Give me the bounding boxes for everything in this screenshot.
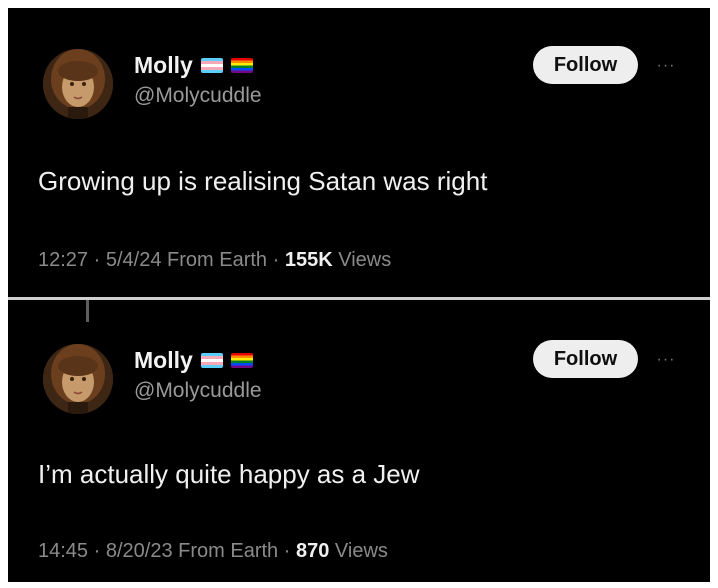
tweet-date[interactable]: 5/4/24 xyxy=(106,249,162,271)
author-name-row: Molly xyxy=(134,347,253,373)
display-name[interactable]: Molly xyxy=(134,347,193,373)
tweet-time[interactable]: 12:27 xyxy=(38,249,88,271)
meta-separator: · xyxy=(93,540,101,562)
tweet-source: From Earth xyxy=(178,540,279,562)
tweet-meta: 12:27 · 5/4/24 From Earth · 155K Views xyxy=(38,248,391,272)
display-name[interactable]: Molly xyxy=(134,52,193,78)
tweet-time[interactable]: 14:45 xyxy=(38,540,88,562)
transgender-flag-icon xyxy=(200,57,223,73)
meta-separator: · xyxy=(283,540,291,562)
tweet-card: Molly xyxy=(8,307,710,582)
tweet-text: I’m actually quite happy as a Jew xyxy=(38,459,420,489)
author-name-row: Molly xyxy=(134,52,253,78)
views-count[interactable]: 870 xyxy=(296,540,329,562)
meta-separator: · xyxy=(272,249,280,271)
thread-connector-line xyxy=(86,300,89,322)
views-label: Views xyxy=(338,249,392,271)
user-handle[interactable]: @Molycuddle xyxy=(134,84,262,108)
follow-button[interactable]: Follow xyxy=(533,340,638,378)
follow-button[interactable]: Follow xyxy=(533,46,638,84)
tweet-card: Molly xyxy=(8,8,710,299)
transgender-flag-icon xyxy=(200,352,223,368)
views-label: Views xyxy=(334,540,388,562)
pride-flag-icon xyxy=(230,352,253,368)
pride-flag-icon xyxy=(230,57,253,73)
tweet-meta: 14:45 · 8/20/23 From Earth · 870 Views xyxy=(38,539,388,563)
tweet-date[interactable]: 8/20/23 xyxy=(106,540,173,562)
avatar[interactable] xyxy=(43,344,113,414)
views-count[interactable]: 155K xyxy=(285,249,333,271)
meta-separator: · xyxy=(93,249,101,271)
screenshot-divider xyxy=(8,297,710,300)
more-options-icon[interactable]: ··· xyxy=(653,352,679,368)
user-handle[interactable]: @Molycuddle xyxy=(134,379,262,403)
tweet-source: From Earth xyxy=(167,249,268,271)
screenshot-frame: Molly @Molycuddle Follow ··· Growing up … xyxy=(8,8,710,582)
tweet-text: Growing up is realising Satan was right xyxy=(38,166,488,196)
more-options-icon[interactable]: ··· xyxy=(653,58,679,74)
avatar[interactable] xyxy=(43,49,113,119)
